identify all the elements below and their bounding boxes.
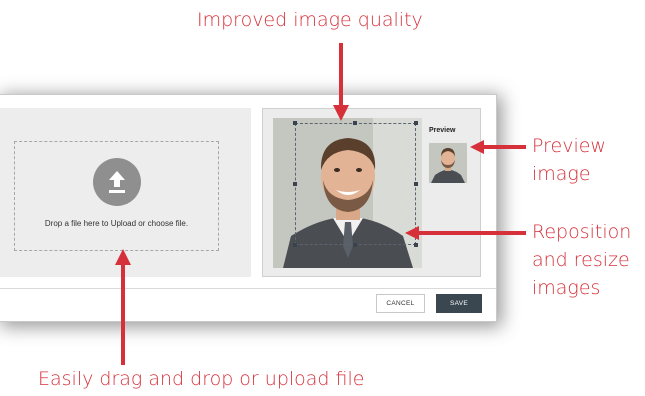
crop-panel: Preview	[262, 108, 481, 277]
callout-reposition-line1: Reposition	[532, 221, 632, 243]
arrow-left-icon	[405, 226, 526, 240]
callout-reposition-line2: and resize	[532, 249, 630, 271]
upload-button[interactable]	[93, 158, 141, 206]
footer-divider	[0, 288, 496, 289]
arrow-left-icon	[470, 140, 526, 154]
crop-selection-box[interactable]	[293, 121, 418, 247]
save-button[interactable]: SAVE	[436, 294, 482, 313]
crop-handle-bottom-right[interactable]	[414, 243, 418, 247]
arrow-down-icon	[333, 43, 349, 121]
callout-reposition-line3: images	[532, 277, 601, 299]
upload-icon	[109, 171, 125, 193]
preview-label: Preview	[429, 127, 456, 134]
crop-handle-left[interactable]	[293, 182, 297, 186]
file-dropzone[interactable]: Drop a file here to Upload or choose fil…	[14, 141, 219, 251]
portrait-photo[interactable]	[273, 118, 422, 268]
crop-handle-top-left[interactable]	[293, 121, 297, 125]
callout-preview-line1: Preview	[532, 135, 606, 157]
dropzone-text: Drop a file here to Upload or choose fil…	[44, 219, 189, 228]
crop-handle-top[interactable]	[353, 121, 357, 125]
callout-preview-line2: image	[532, 163, 591, 185]
image-upload-dialog: Drop a file here to Upload or choose fil…	[0, 94, 497, 322]
crop-handle-top-right[interactable]	[414, 121, 418, 125]
crop-handle-bottom[interactable]	[353, 243, 357, 247]
callout-drag-drop: Easily drag and drop or upload file	[38, 368, 365, 390]
arrow-up-icon	[115, 249, 131, 365]
callout-improved-quality: Improved image quality	[197, 9, 423, 31]
preview-thumbnail	[429, 143, 467, 183]
cancel-button[interactable]: CANCEL	[376, 294, 425, 313]
crop-handle-right[interactable]	[414, 182, 418, 186]
crop-handle-bottom-left[interactable]	[293, 243, 297, 247]
